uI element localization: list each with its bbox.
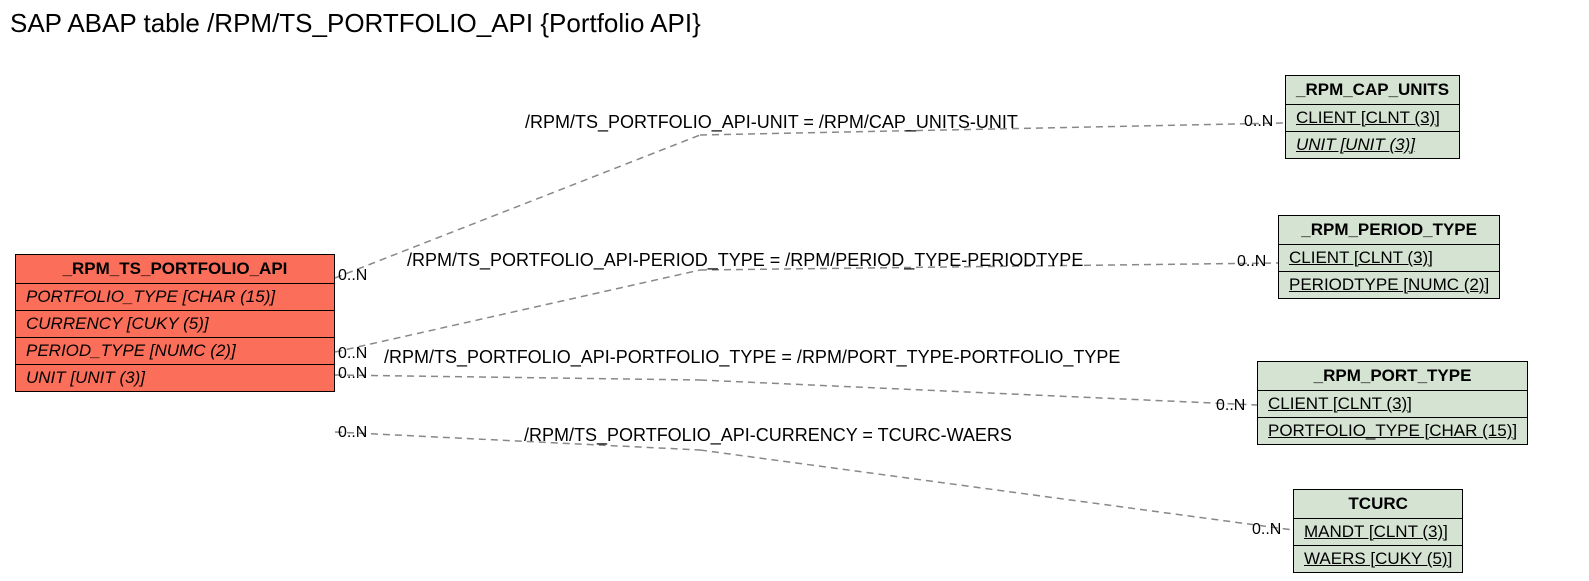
cardinality-right: 0..N: [1244, 113, 1273, 131]
cardinality-left: 0..N: [338, 267, 367, 285]
cardinality-left: 0..N: [338, 345, 367, 363]
entity-header: _RPM_PORT_TYPE: [1258, 362, 1527, 391]
cardinality-right: 0..N: [1216, 397, 1245, 415]
entity-source-row: UNIT [UNIT (3)]: [16, 365, 334, 391]
entity-row: CLIENT [CLNT (3)]: [1258, 391, 1527, 418]
relation-label: /RPM/TS_PORTFOLIO_API-PERIOD_TYPE = /RPM…: [407, 250, 1083, 271]
entity-source-row: PERIOD_TYPE [NUMC (2)]: [16, 338, 334, 365]
entity-row: MANDT [CLNT (3)]: [1294, 519, 1462, 546]
entity-row: CLIENT [CLNT (3)]: [1279, 245, 1499, 272]
relation-label: /RPM/TS_PORTFOLIO_API-CURRENCY = TCURC-W…: [524, 425, 1012, 446]
entity-header: _RPM_PERIOD_TYPE: [1279, 216, 1499, 245]
entity-source-row: PORTFOLIO_TYPE [CHAR (15)]: [16, 284, 334, 311]
entity-source: _RPM_TS_PORTFOLIO_API PORTFOLIO_TYPE [CH…: [15, 254, 335, 392]
cardinality-right: 0..N: [1237, 253, 1266, 271]
cardinality-left: 0..N: [338, 424, 367, 442]
page-title: SAP ABAP table /RPM/TS_PORTFOLIO_API {Po…: [10, 8, 701, 39]
entity-period-type: _RPM_PERIOD_TYPE CLIENT [CLNT (3)] PERIO…: [1278, 215, 1500, 299]
entity-source-header: _RPM_TS_PORTFOLIO_API: [16, 255, 334, 284]
entity-source-row: CURRENCY [CUKY (5)]: [16, 311, 334, 338]
entity-header: _RPM_CAP_UNITS: [1286, 76, 1459, 105]
entity-row: WAERS [CUKY (5)]: [1294, 546, 1462, 572]
entity-row: PORTFOLIO_TYPE [CHAR (15)]: [1258, 418, 1527, 444]
entity-port-type: _RPM_PORT_TYPE CLIENT [CLNT (3)] PORTFOL…: [1257, 361, 1528, 445]
relation-label: /RPM/TS_PORTFOLIO_API-UNIT = /RPM/CAP_UN…: [525, 112, 1018, 133]
entity-row: PERIODTYPE [NUMC (2)]: [1279, 272, 1499, 298]
entity-row: UNIT [UNIT (3)]: [1286, 132, 1459, 158]
entity-row: CLIENT [CLNT (3)]: [1286, 105, 1459, 132]
relation-label: /RPM/TS_PORTFOLIO_API-PORTFOLIO_TYPE = /…: [384, 347, 1120, 368]
entity-header: TCURC: [1294, 490, 1462, 519]
entity-cap-units: _RPM_CAP_UNITS CLIENT [CLNT (3)] UNIT [U…: [1285, 75, 1460, 159]
cardinality-left: 0..N: [338, 365, 367, 383]
entity-tcurc: TCURC MANDT [CLNT (3)] WAERS [CUKY (5)]: [1293, 489, 1463, 573]
cardinality-right: 0..N: [1252, 521, 1281, 539]
